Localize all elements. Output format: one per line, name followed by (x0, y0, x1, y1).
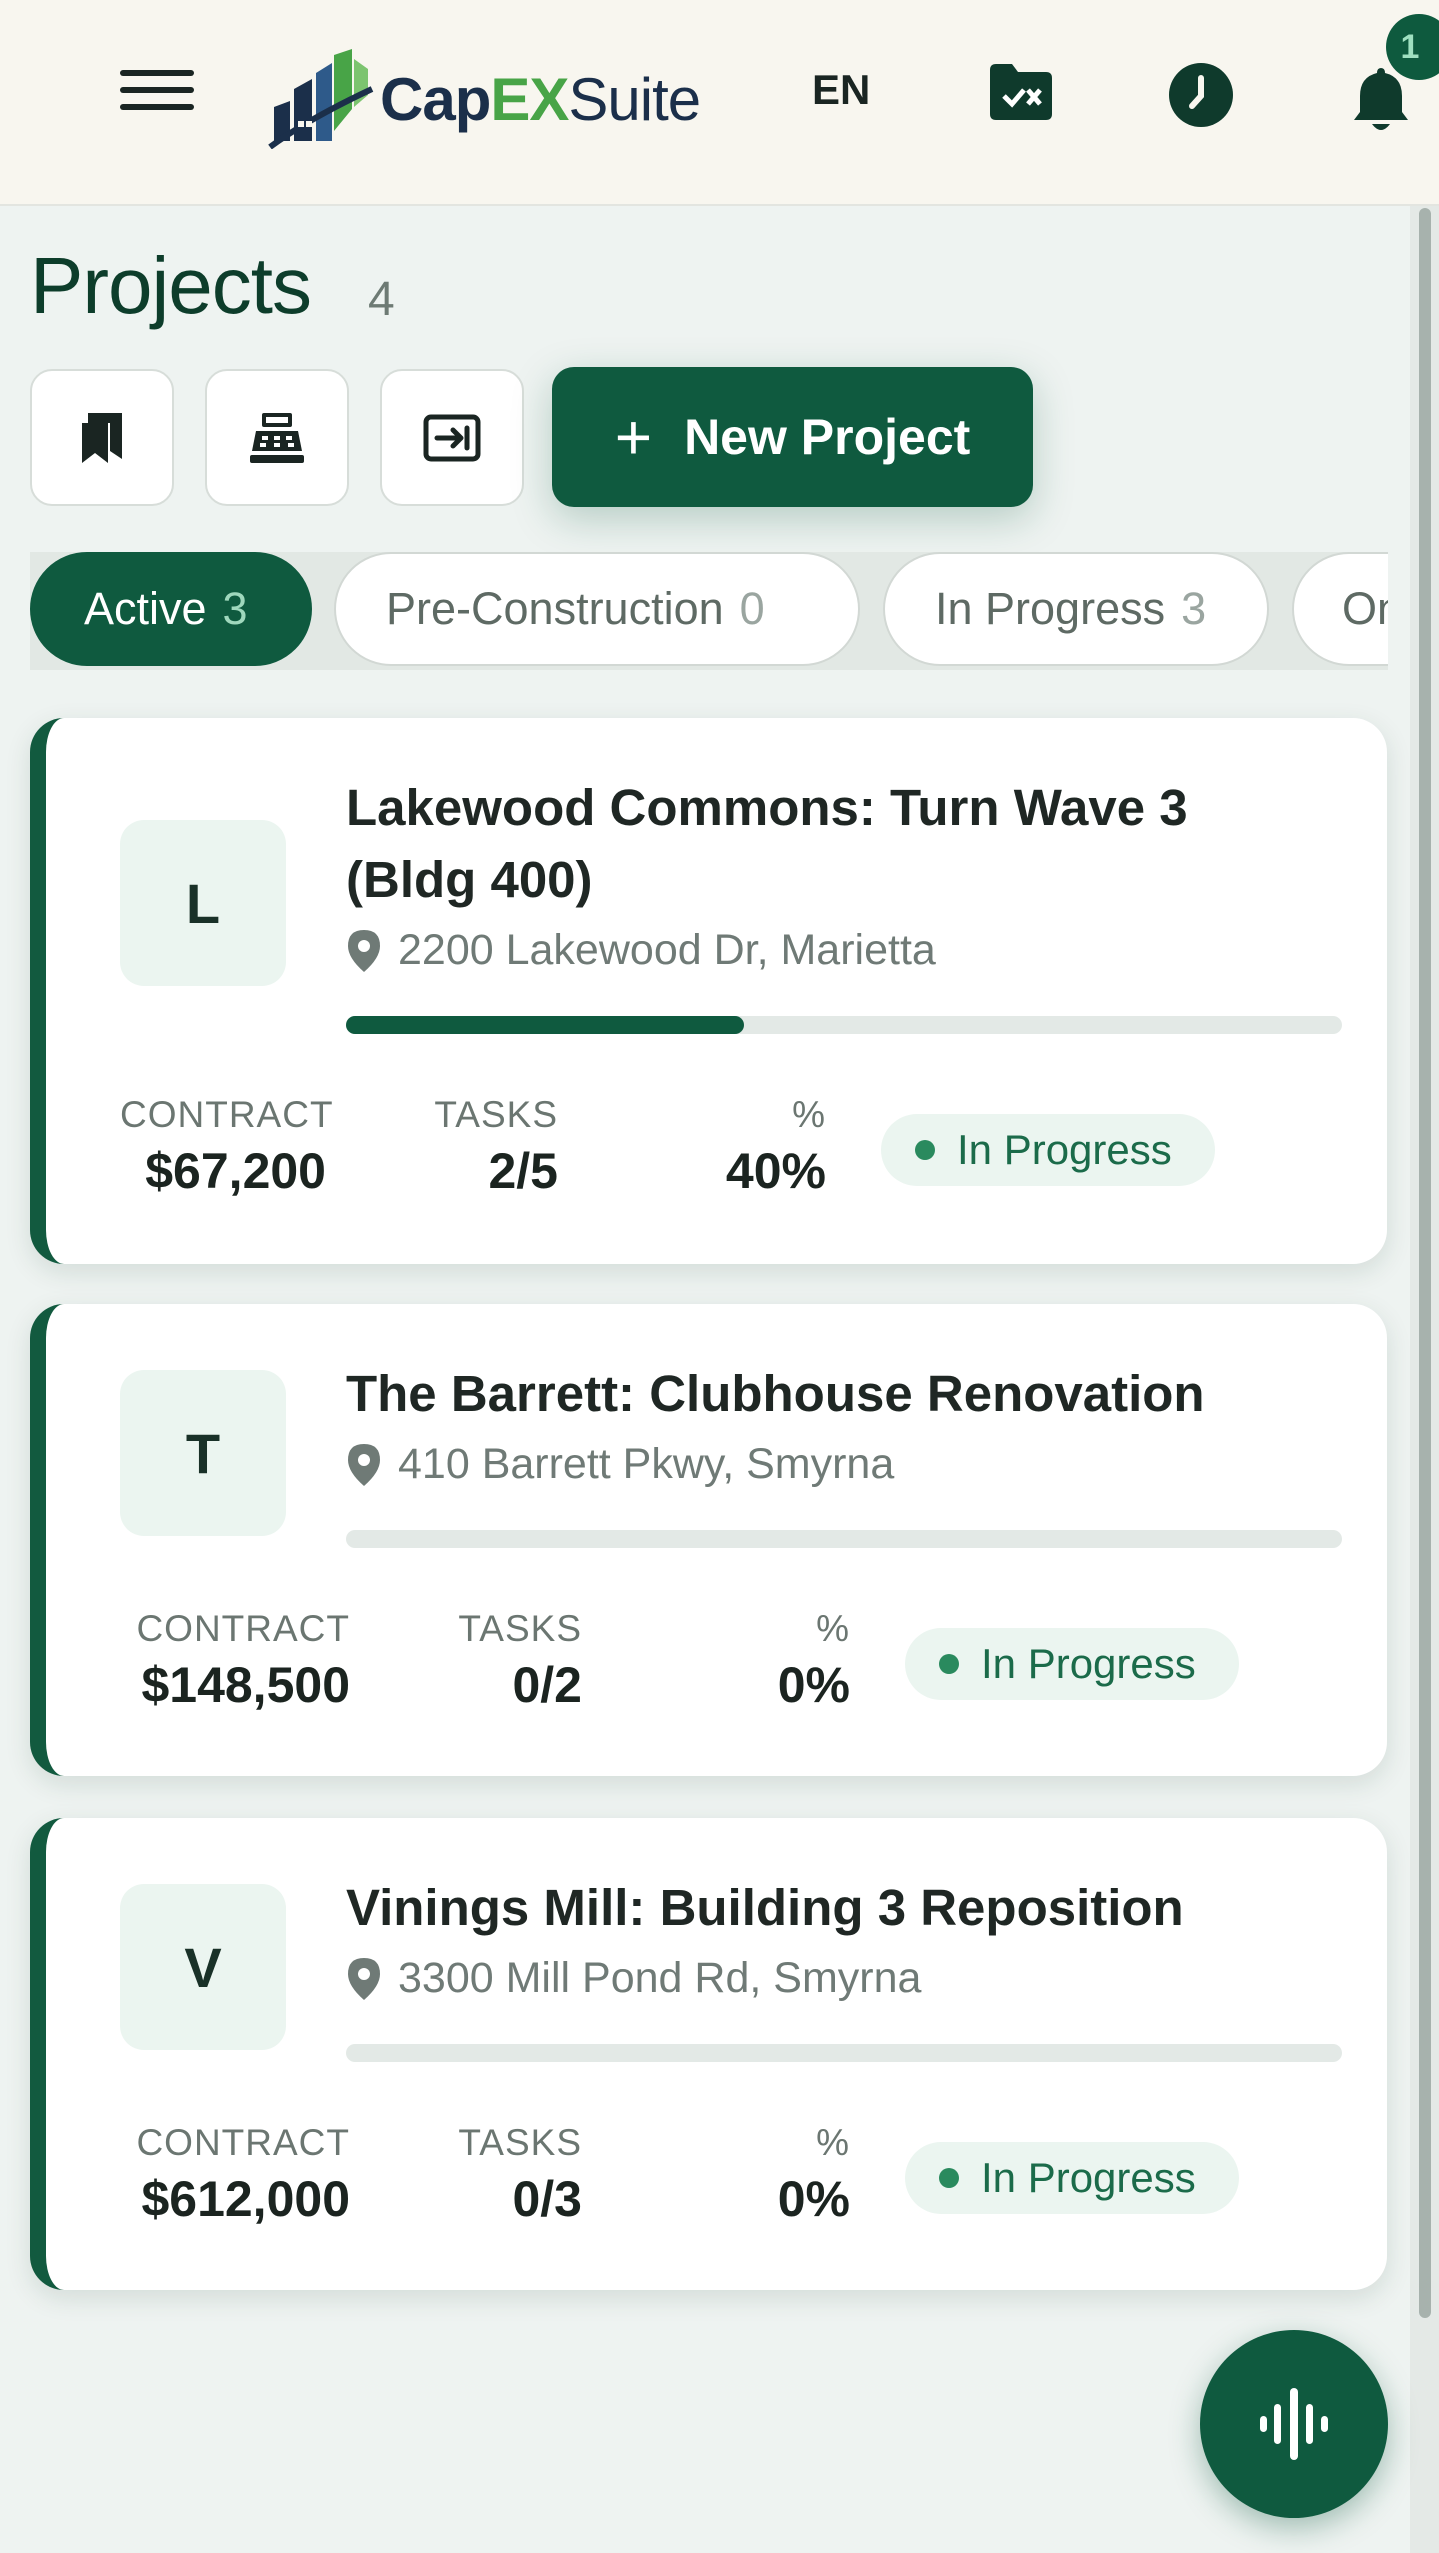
clock-button[interactable] (1168, 62, 1234, 133)
filter-chip-pre-construction[interactable]: Pre-Construction 0 (334, 552, 860, 666)
project-card[interactable]: L Lakewood Commons: Turn Wave 3 (Bldg 40… (30, 718, 1387, 1264)
percent-label: % (816, 2122, 850, 2163)
status-dot-icon (915, 1140, 935, 1160)
import-icon (423, 414, 481, 461)
scrollbar-thumb[interactable] (1419, 208, 1431, 2318)
project-avatar: L (120, 820, 286, 986)
project-title: Vinings Mill: Building 3 Reposition (346, 1879, 1184, 1936)
folder-check-button[interactable] (988, 62, 1054, 127)
voice-assistant-button[interactable] (1200, 2330, 1388, 2518)
progress-bar (346, 1016, 1342, 1034)
contract-value: $148,500 (141, 1657, 350, 1713)
progress-bar (346, 1530, 1342, 1548)
filter-chip-active[interactable]: Active 3 (30, 552, 312, 666)
plus-icon: + (614, 401, 653, 473)
tasks-value: 0/2 (512, 1657, 582, 1713)
project-avatar: T (120, 1370, 286, 1536)
map-pin-icon (348, 929, 380, 972)
contract-value: $612,000 (141, 2171, 350, 2227)
menu-button[interactable] (120, 70, 194, 120)
menu-icon (120, 70, 194, 76)
status-dot-icon (939, 2168, 959, 2188)
percent-value: 0% (777, 1657, 850, 1713)
contract-label: CONTRACT (120, 1094, 334, 1135)
new-project-label: New Project (684, 409, 971, 465)
status-badge: In Progress (905, 1628, 1239, 1700)
project-avatar: V (120, 1884, 286, 2050)
building-logo-icon (268, 49, 374, 149)
tasks-value: 2/5 (488, 1143, 558, 1199)
map-pin-icon (348, 1443, 380, 1486)
filter-chip-on[interactable]: On (1292, 552, 1388, 666)
status-badge: In Progress (881, 1114, 1215, 1186)
project-address: 410 Barrett Pkwy, Smyrna (346, 1440, 894, 1489)
project-card[interactable]: T The Barrett: Clubhouse Renovation 410 … (30, 1304, 1387, 1776)
percent-value: 40% (725, 1143, 826, 1199)
tasks-label: TASKS (434, 1094, 558, 1135)
status-dot-icon (939, 1654, 959, 1674)
percent-label: % (816, 1608, 850, 1649)
project-title: The Barrett: Clubhouse Renovation (346, 1365, 1205, 1422)
folder-check-icon (990, 64, 1052, 120)
register-icon (250, 412, 304, 463)
project-title: Lakewood Commons: Turn Wave 3 (Bldg 400) (346, 779, 1188, 908)
app-logo[interactable]: CapEXSuite (268, 44, 701, 154)
project-card[interactable]: V Vinings Mill: Building 3 Reposition 33… (30, 1818, 1387, 2290)
progress-bar (346, 2044, 1342, 2062)
bell-icon (1354, 68, 1408, 130)
project-count: 4 (368, 273, 395, 326)
bookmark-icon (82, 412, 122, 463)
notifications-button[interactable] (1352, 66, 1410, 139)
tasks-label: TASKS (458, 2122, 582, 2163)
progress-bar-fill (346, 1016, 745, 1034)
page-title: Projects (30, 241, 312, 330)
contract-label: CONTRACT (136, 1608, 350, 1649)
voice-waveform-icon (1260, 2388, 1328, 2460)
project-address: 2200 Lakewood Dr, Marietta (346, 926, 936, 975)
tasks-label: TASKS (458, 1608, 582, 1649)
map-pin-icon (348, 1957, 380, 2000)
tasks-value: 0/3 (512, 2171, 582, 2227)
bookmarks-button[interactable] (30, 369, 174, 506)
status-filter-bar: Active 3 Pre-Construction 0 In Progress 3 O… (30, 552, 1388, 670)
contract-value: $67,200 (145, 1143, 326, 1199)
app-header: CapEXSuite EN 1 (0, 0, 1439, 206)
project-address: 3300 Mill Pond Rd, Smyrna (346, 1954, 921, 2003)
clock-icon (1169, 63, 1233, 127)
logo-wordmark: CapEXSuite (380, 65, 701, 133)
new-project-button[interactable]: + New Project (552, 367, 1033, 507)
percent-label: % (792, 1094, 826, 1135)
language-selector[interactable]: EN (812, 66, 870, 114)
import-button[interactable] (380, 369, 524, 506)
register-button[interactable] (205, 369, 349, 506)
filter-chip-in-progress[interactable]: In Progress 3 (883, 552, 1269, 666)
status-badge: In Progress (905, 2142, 1239, 2214)
contract-label: CONTRACT (136, 2122, 350, 2163)
percent-value: 0% (777, 2171, 850, 2227)
